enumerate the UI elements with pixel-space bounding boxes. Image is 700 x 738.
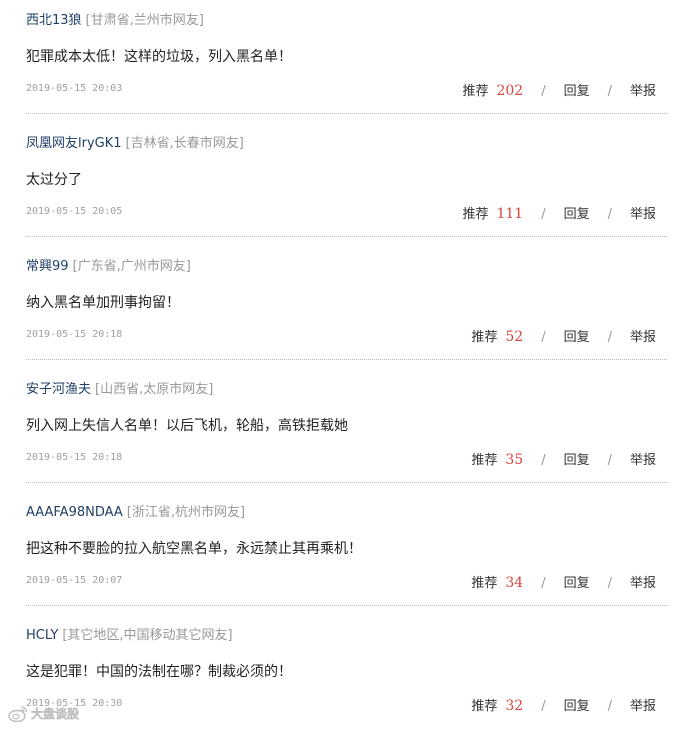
recommend-label: 推荐 <box>471 330 498 345</box>
watermark-text: 大盘谈股 <box>31 706 80 722</box>
action-separator: / <box>541 330 546 345</box>
report-button[interactable]: 举报 <box>630 449 656 468</box>
comment-header: 西北13狼 [甘肃省,兰州市网友] <box>26 9 204 28</box>
vote-count: 52 <box>505 329 524 345</box>
action-separator: / <box>541 207 546 222</box>
recommend-label: 推荐 <box>462 84 489 99</box>
weibo-logo-icon <box>8 705 28 722</box>
username-link[interactable]: HCLY <box>26 628 58 643</box>
comment-item: 常興99 [广东省,广州市网友] 纳入黑名单加刑事拘留！ 2019-05-15 2… <box>0 246 700 369</box>
recommend-label: 推荐 <box>471 699 498 714</box>
comment-actions: 推荐 35 / 回复 / 举报 <box>471 449 656 468</box>
comment-timestamp: 2019-05-15 20:18 <box>26 452 123 463</box>
action-separator: / <box>607 576 612 591</box>
action-separator: / <box>541 699 546 714</box>
vote-count: 111 <box>496 206 524 222</box>
recommend-button[interactable]: 推荐 111 <box>462 203 523 222</box>
comment-divider <box>26 236 667 237</box>
action-separator: / <box>541 576 546 591</box>
username-link[interactable]: 常興99 <box>26 259 69 274</box>
user-location: [山西省,太原市网友] <box>95 382 214 397</box>
action-separator: / <box>607 207 612 222</box>
reply-button[interactable]: 回复 <box>564 572 590 591</box>
action-separator: / <box>607 330 612 345</box>
comment-divider <box>26 113 667 114</box>
comment-actions: 推荐 34 / 回复 / 举报 <box>471 572 656 591</box>
reply-button[interactable]: 回复 <box>564 326 590 345</box>
user-location: [其它地区,中国移动其它网友] <box>62 628 233 643</box>
recommend-button[interactable]: 推荐 52 <box>471 326 523 345</box>
comment-text: 太过分了 <box>26 172 82 188</box>
comment-item: AAAFA98NDAA [浙江省,杭州市网友] 把这种不要脸的拉入航空黑名单，永远… <box>0 492 700 615</box>
action-separator: / <box>607 699 612 714</box>
comment-item: 凤凰网友lryGK1 [吉林省,长春市网友] 太过分了 2019-05-15 20… <box>0 123 700 246</box>
recommend-label: 推荐 <box>471 576 498 591</box>
action-separator: / <box>607 453 612 468</box>
vote-count: 35 <box>505 452 524 468</box>
comment-divider <box>26 359 667 360</box>
comment-actions: 推荐 32 / 回复 / 举报 <box>471 695 656 714</box>
comment-item: 安子河渔夫 [山西省,太原市网友] 列入网上失信人名单！以后飞机，轮船，高铁拒载她… <box>0 369 700 492</box>
recommend-label: 推荐 <box>471 453 498 468</box>
recommend-label: 推荐 <box>462 207 489 222</box>
comment-actions: 推荐 52 / 回复 / 举报 <box>471 326 656 345</box>
comment-timestamp: 2019-05-15 20:07 <box>26 575 123 586</box>
action-separator: / <box>541 453 546 468</box>
reply-button[interactable]: 回复 <box>564 449 590 468</box>
comment-timestamp: 2019-05-15 20:05 <box>26 206 123 217</box>
recommend-button[interactable]: 推荐 202 <box>462 80 523 99</box>
comment-item: 西北13狼 [甘肃省,兰州市网友] 犯罪成本太低！这样的垃圾，列入黑名单！ 201… <box>0 0 700 123</box>
comment-timestamp: 2019-05-15 20:18 <box>26 329 123 340</box>
report-button[interactable]: 举报 <box>630 80 656 99</box>
comment-header: 常興99 [广东省,广州市网友] <box>26 255 191 274</box>
comment-text: 把这种不要脸的拉入航空黑名单，永远禁止其再乘机！ <box>26 541 362 557</box>
reply-button[interactable]: 回复 <box>564 203 590 222</box>
comment-timestamp: 2019-05-15 20:03 <box>26 83 123 94</box>
reply-button[interactable]: 回复 <box>564 80 590 99</box>
report-button[interactable]: 举报 <box>630 203 656 222</box>
comment-divider <box>26 605 667 606</box>
recommend-button[interactable]: 推荐 35 <box>471 449 523 468</box>
comment-text: 纳入黑名单加刑事拘留！ <box>26 295 180 311</box>
username-link[interactable]: 西北13狼 <box>26 13 82 28</box>
user-location: [吉林省,长春市网友] <box>125 136 244 151</box>
report-button[interactable]: 举报 <box>630 572 656 591</box>
comment-text: 这是犯罪！中国的法制在哪？制裁必须的！ <box>26 664 292 680</box>
recommend-button[interactable]: 推荐 32 <box>471 695 523 714</box>
comment-actions: 推荐 111 / 回复 / 举报 <box>462 203 656 222</box>
comment-item: HCLY [其它地区,中国移动其它网友] 这是犯罪！中国的法制在哪？制裁必须的！ … <box>0 615 700 738</box>
comment-divider <box>26 482 667 483</box>
user-location: [广东省,广州市网友] <box>72 259 191 274</box>
report-button[interactable]: 举报 <box>630 695 656 714</box>
comment-text: 犯罪成本太低！这样的垃圾，列入黑名单！ <box>26 49 292 65</box>
action-separator: / <box>541 84 546 99</box>
comment-header: AAAFA98NDAA [浙江省,杭州市网友] <box>26 501 245 520</box>
svg-text:大盘谈股: 大盘谈股 <box>31 706 79 721</box>
username-link[interactable]: 凤凰网友lryGK1 <box>26 136 122 151</box>
comment-header: HCLY [其它地区,中国移动其它网友] <box>26 624 233 643</box>
reply-button[interactable]: 回复 <box>564 695 590 714</box>
comment-actions: 推荐 202 / 回复 / 举报 <box>462 80 656 99</box>
comment-text: 列入网上失信人名单！以后飞机，轮船，高铁拒载她 <box>26 418 348 434</box>
comment-header: 凤凰网友lryGK1 [吉林省,长春市网友] <box>26 132 244 151</box>
report-button[interactable]: 举报 <box>630 326 656 345</box>
vote-count: 34 <box>505 575 524 591</box>
vote-count: 202 <box>496 83 524 99</box>
user-location: [甘肃省,兰州市网友] <box>85 13 204 28</box>
vote-count: 32 <box>505 698 524 714</box>
username-link[interactable]: 安子河渔夫 <box>26 382 91 397</box>
username-link[interactable]: AAAFA98NDAA <box>26 505 123 520</box>
recommend-button[interactable]: 推荐 34 <box>471 572 523 591</box>
watermark: 大盘谈股 <box>8 705 92 722</box>
user-location: [浙江省,杭州市网友] <box>126 505 246 520</box>
action-separator: / <box>607 84 612 99</box>
comment-list: 西北13狼 [甘肃省,兰州市网友] 犯罪成本太低！这样的垃圾，列入黑名单！ 201… <box>0 0 700 738</box>
comment-header: 安子河渔夫 [山西省,太原市网友] <box>26 378 213 397</box>
